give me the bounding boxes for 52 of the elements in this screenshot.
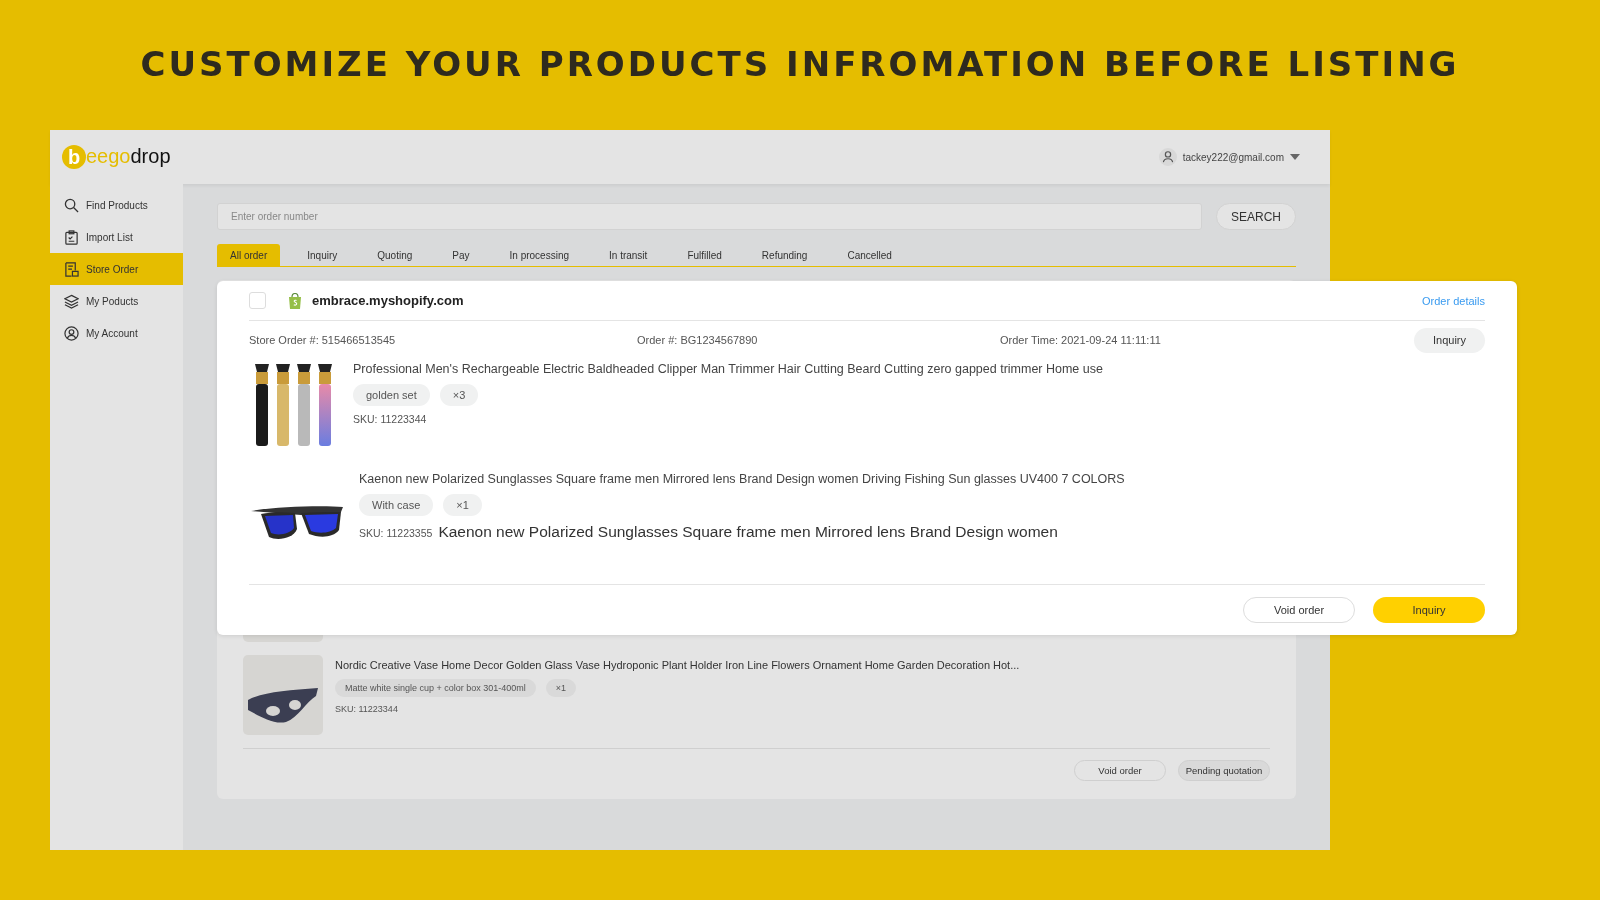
product-caption: Kaenon new Polarized Sunglasses Square frame men Mirrored lens Brand Design women xyxy=(438,523,1058,541)
status-button[interactable]: Pending quotation xyxy=(1178,760,1270,781)
inquiry-button[interactable]: Inquiry xyxy=(1373,597,1485,623)
status-tab[interactable]: Quoting xyxy=(364,244,426,266)
void-order-button[interactable]: Void order xyxy=(1074,760,1166,781)
quantity-tag: ×1 xyxy=(545,679,577,697)
status-tab[interactable]: In processing xyxy=(496,244,582,266)
user-icon xyxy=(1158,148,1177,166)
product-title: Kaenon new Polarized Sunglasses Square frame men Mirrored lens Brand Design women Driving Fishing Sun glasses UV400 7 COLORS xyxy=(359,472,1125,486)
store-order-number: Store Order #: 515466513545 xyxy=(249,334,397,346)
order-number: Order #: BG1234567890 xyxy=(637,334,759,346)
order-time: Order Time: 2021-09-24 11:11:11 xyxy=(1000,334,1162,346)
status-tab[interactable]: Pay xyxy=(439,244,483,266)
product-title: Nordic Creative Vase Home Decor Golden Glass Vase Hydroponic Plant Holder Iron Line Flowers Ornament Home Garden Decoration Hot... xyxy=(335,659,1020,671)
user-circle-icon xyxy=(64,325,79,341)
clipboard-icon xyxy=(64,229,79,245)
shopping-bag-icon xyxy=(288,292,302,309)
sku-text: SKU: 11223344 xyxy=(353,413,427,425)
quantity-tag: ×3 xyxy=(439,384,479,406)
product-title: Professional Men's Rechargeable Electric Baldheaded Clipper Man Trimmer Hair Cutting Beard Cutting zero gapped trimmer Home use xyxy=(353,362,1103,376)
sidebar-item[interactable]: Import List xyxy=(50,221,183,253)
variant-tag: golden set xyxy=(353,384,430,406)
inquiry-button[interactable]: Inquiry xyxy=(1414,327,1485,353)
sidebar-item[interactable]: Store Order xyxy=(50,253,183,285)
status-tab[interactable]: In transit xyxy=(596,244,661,266)
dropdown-caret-icon[interactable] xyxy=(1290,154,1300,160)
search-button[interactable]: SEARCH xyxy=(1216,203,1296,230)
sidebar-item[interactable]: Find Products xyxy=(50,189,183,221)
void-order-button[interactable]: Void order xyxy=(1243,597,1355,623)
variant-tag: With case xyxy=(359,494,434,516)
variant-tag: Matte white single cup + color box 301-400ml xyxy=(335,679,536,697)
search-icon xyxy=(64,197,79,213)
sku-text: SKU: 11223344 xyxy=(335,704,399,714)
status-tab[interactable]: All order xyxy=(217,244,281,266)
status-tab[interactable]: Refunding xyxy=(748,244,821,266)
status-tab[interactable]: Inquiry xyxy=(294,244,351,266)
store-name: embrace.myshopify.com xyxy=(312,293,464,308)
sidebar-item[interactable]: My Account xyxy=(50,317,183,349)
logo-mark: b xyxy=(62,145,86,169)
status-tab[interactable]: Fulfilled xyxy=(674,244,735,266)
order-number-field[interactable]: Enter order number xyxy=(217,203,1202,230)
logo-text: drop xyxy=(130,145,171,168)
sidebar-item[interactable]: My Poducts xyxy=(50,285,183,317)
checkbox[interactable] xyxy=(249,292,266,309)
logo-text: eego xyxy=(86,145,131,168)
sku-text: SKU: 11223355 xyxy=(359,527,433,539)
account-email[interactable]: tackey222@gmail.com xyxy=(1182,151,1284,163)
quantity-tag: ×1 xyxy=(443,494,482,516)
status-tab[interactable]: Cancelled xyxy=(834,244,905,266)
receipt-icon xyxy=(64,261,79,277)
headline: CUSTOMIZE YOUR PRODUCTS INFROMATION BEFORE LISTING xyxy=(139,43,1461,86)
layers-icon xyxy=(64,293,79,309)
